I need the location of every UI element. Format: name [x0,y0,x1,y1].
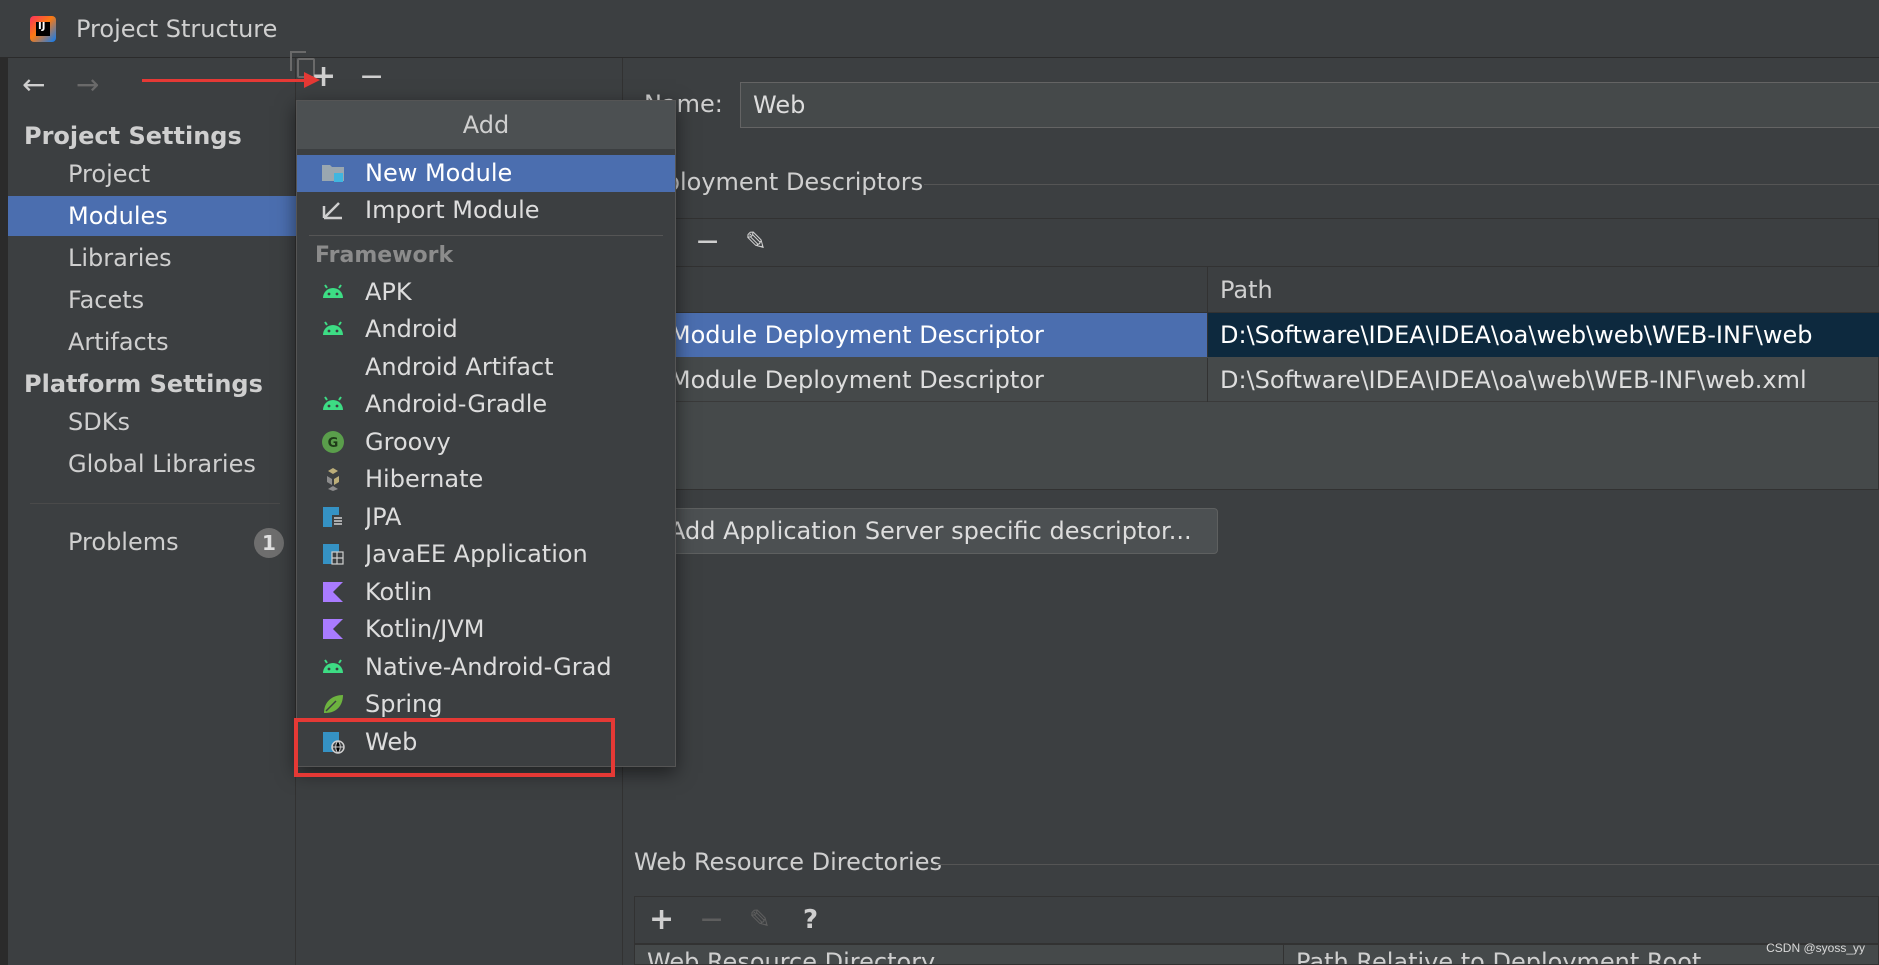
menu-item-new-module[interactable]: New Module [297,155,675,192]
menu-item-android[interactable]: Android [297,311,675,348]
svg-text:G: G [328,436,339,451]
group-divider [924,184,1879,185]
menu-item-jpa[interactable]: JPA [297,499,675,536]
back-arrow-icon[interactable]: ← [22,68,45,101]
android-icon [323,321,343,335]
title-bar: IJ Project Structure [0,0,1879,58]
path-column-header[interactable]: Path [1207,267,1879,313]
framework-section-label: Framework [315,243,454,268]
module-name-input[interactable]: Web [740,82,1879,128]
menu-item-label: JavaEE Application [365,540,588,568]
annotation-red-arrow [142,72,320,88]
sidebar-divider [30,503,280,504]
menu-item-label: Import Module [365,196,540,224]
annotation-red-box [294,718,615,777]
window-title: Project Structure [76,15,278,43]
problems-count-badge: 1 [254,528,284,558]
android-icon [323,659,343,673]
edit-resource-pencil-icon[interactable]: ✎ [749,903,771,937]
module-details-panel: Name: Web eployment Descriptors − ✎ pe P… [624,58,1879,965]
menu-item-label: Groovy [365,428,451,456]
menu-item-label: Hibernate [365,465,484,493]
groovy-icon: G [322,431,344,453]
remove-descriptor-icon[interactable]: − [695,225,720,259]
type-column-header[interactable]: pe [635,267,1207,313]
menu-item-import-module[interactable]: Import Module [297,192,675,229]
import-arrow-icon [322,202,342,220]
jpa-icon [323,507,343,527]
add-resource-icon[interactable]: + [649,903,674,937]
menu-item-label: JPA [365,503,402,531]
sidebar-item-artifacts[interactable]: Artifacts [8,322,296,362]
table-row[interactable]: b Module Deployment Descriptor D:\Softwa… [635,358,1879,402]
menu-item-android-gradle[interactable]: Android-Gradle [297,386,675,423]
menu-item-javaee-application[interactable]: JavaEE Application [297,536,675,573]
menu-item-hibernate[interactable]: Hibernate [297,461,675,498]
kotlin-icon [323,619,343,639]
javaee-icon [323,544,344,565]
menu-item-label: Android Artifact [365,353,554,381]
menu-item-native-android-gradle[interactable]: Native-Android-Gradle [297,649,675,686]
row-path-cell: D:\Software\IDEA\IDEA\oa\web\WEB-INF\web… [1207,358,1879,402]
add-popup-menu: Add New Module Import Module Framework A… [296,100,676,767]
forward-arrow-icon[interactable]: → [76,68,99,101]
sidebar-item-global-libraries[interactable]: Global Libraries [8,444,296,484]
menu-item-groovy[interactable]: G Groovy [297,424,675,461]
menu-item-label: Native-Android-Gradle [365,653,613,681]
sidebar-item-project[interactable]: Project [8,154,296,194]
descriptors-table: pe Path b Module Deployment Descriptor D… [634,266,1879,490]
sidebar-item-facets[interactable]: Facets [8,280,296,320]
settings-sidebar: ← → Project Settings Project Modules Lib… [8,58,296,965]
menu-item-label: Kotlin [365,578,433,606]
menu-item-android-artifact[interactable]: Android Artifact [297,349,675,386]
hibernate-icon [327,468,339,491]
sidebar-item-sdks[interactable]: SDKs [8,402,296,442]
deployment-descriptors-title: eployment Descriptors [650,168,924,196]
row-type-cell: b Module Deployment Descriptor [635,313,1207,357]
sidebar-item-problems[interactable]: Problems 1 [8,522,296,562]
background-window-edge [0,58,8,965]
popup-divider [309,235,663,236]
help-icon[interactable]: ? [803,903,818,937]
web-resource-table: Web Resource Directory Path Relative to … [634,944,1879,965]
spring-icon [324,695,343,713]
sidebar-item-libraries[interactable]: Libraries [8,238,296,278]
row-path-cell: D:\Software\IDEA\IDEA\oa\web\web\WEB-INF… [1207,313,1879,357]
row-type-cell: b Module Deployment Descriptor [647,366,1044,394]
remove-icon[interactable]: − [359,62,384,92]
sidebar-item-modules[interactable]: Modules [8,196,296,236]
popup-title: Add [297,101,675,149]
kotlin-icon [323,582,343,602]
menu-item-kotlin-jvm[interactable]: Kotlin/JVM [297,611,675,648]
table-row[interactable]: b Module Deployment Descriptor D:\Softwa… [635,313,1879,357]
intellij-app-icon: IJ [30,16,56,42]
menu-item-apk[interactable]: APK [297,274,675,311]
menu-item-label: Kotlin/JVM [365,615,485,643]
descriptors-table-header: pe Path [635,267,1879,313]
folder-module-icon [322,165,344,182]
watermark: CSDN @syoss_yy [1766,941,1865,955]
platform-settings-heading: Platform Settings [24,370,263,398]
group-divider [936,864,1879,865]
remove-resource-icon[interactable]: − [699,903,724,937]
descriptors-toolbar: − ✎ [634,218,1879,266]
web-resource-toolbar: + − ✎ ? [634,896,1879,944]
menu-item-label: Android-Gradle [365,390,548,418]
menu-item-label: New Module [365,159,513,187]
android-icon [323,284,343,298]
project-settings-heading: Project Settings [24,122,242,150]
menu-item-label: Android [365,315,458,343]
web-resource-dir-header[interactable]: Web Resource Directory [635,945,1283,964]
android-icon [323,396,343,410]
web-resource-directories-title: Web Resource Directories [634,848,942,876]
menu-item-kotlin[interactable]: Kotlin [297,574,675,611]
add-server-descriptor-button[interactable]: Add Application Server specific descript… [654,508,1218,554]
edit-pencil-icon[interactable]: ✎ [745,225,767,259]
menu-item-label: APK [365,278,412,306]
